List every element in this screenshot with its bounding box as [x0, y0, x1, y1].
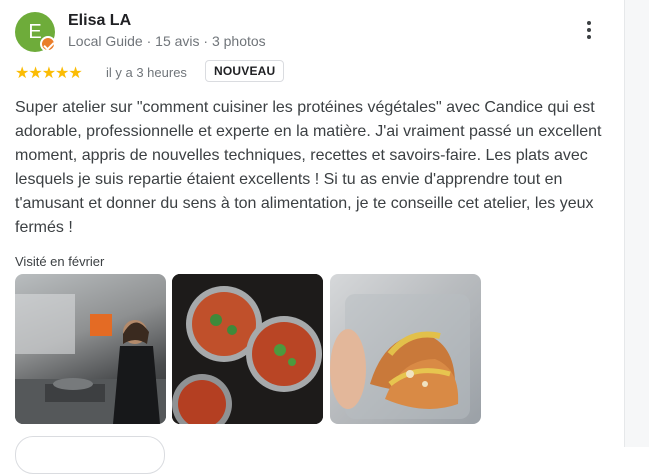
- photo-tacos-image: [330, 294, 470, 419]
- like-button[interactable]: [15, 436, 165, 474]
- review-photo-kitchen[interactable]: [15, 274, 166, 424]
- photo-dishes-image: [172, 274, 323, 424]
- new-badge: NOUVEAU: [205, 60, 285, 82]
- more-options-button[interactable]: [578, 14, 602, 46]
- visit-date: Visité en février: [15, 254, 105, 269]
- more-vert-icon: [587, 21, 591, 25]
- review-text: Super atelier sur "comment cuisiner les …: [15, 99, 602, 236]
- review-photo-dishes[interactable]: [172, 274, 323, 424]
- side-panel-edge: [624, 0, 649, 447]
- photo-kitchen-image: [15, 294, 166, 424]
- review-time: il y a 3 heures: [106, 65, 187, 80]
- more-vert-icon-dot: [587, 28, 591, 32]
- local-guide-badge-icon: [40, 36, 56, 52]
- reviewer-name[interactable]: Elisa LA: [68, 12, 131, 30]
- avatar-initial: E: [28, 21, 42, 43]
- review-photo-tacos[interactable]: [330, 274, 481, 424]
- reviewer-meta: Local Guide · 15 avis · 3 photos: [68, 33, 266, 49]
- more-vert-icon-dot: [587, 35, 591, 39]
- star-rating: ★★★★★: [15, 65, 83, 82]
